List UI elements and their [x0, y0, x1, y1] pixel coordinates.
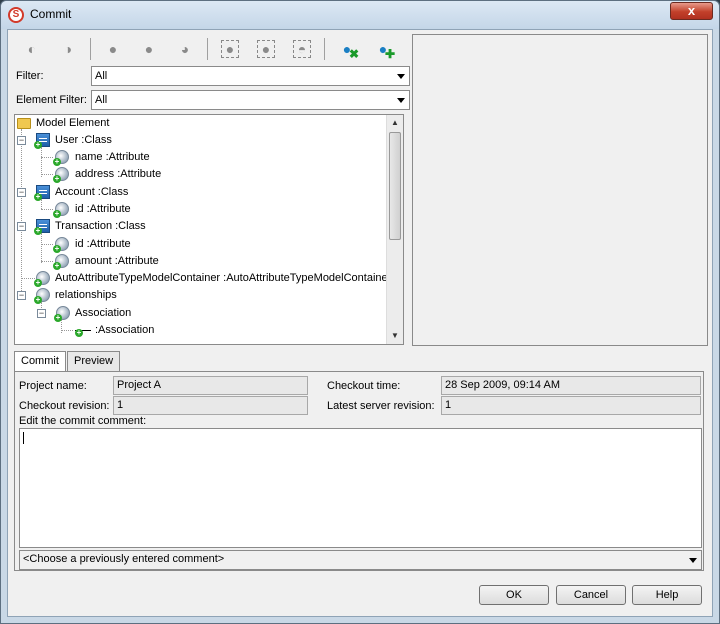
folder-icon — [17, 118, 31, 129]
attribute-icon: + — [53, 150, 69, 166]
attribute-icon: + — [53, 237, 69, 253]
filter-value: All — [95, 70, 108, 82]
filter-row: Filter: All — [14, 66, 410, 88]
tree-item-label: Association — [75, 307, 132, 319]
tree-item-label: Account :Class — [55, 186, 129, 198]
commit-window: S Commit x ◐ ◑ ● ● ◕ ● ● ◓ ● ✖ ● ✚ Filter: — [0, 0, 720, 624]
latest-revision-field: 1 — [441, 396, 701, 415]
model-element-tree[interactable]: Model Element − + User :Class + name :At… — [14, 114, 404, 345]
scroll-thumb[interactable] — [389, 132, 401, 240]
tree-item-label: id :Attribute — [75, 203, 131, 215]
collapse-icon[interactable]: − — [17, 291, 26, 300]
attribute-icon: + — [53, 202, 69, 218]
tree-scrollbar[interactable]: ▲ ▼ — [386, 115, 403, 344]
attribute-icon: + — [53, 167, 69, 183]
scroll-down-icon[interactable]: ▼ — [387, 328, 403, 344]
commit-checked-icon[interactable]: ● ✖ — [335, 37, 359, 61]
tree-item-label: relationships — [55, 289, 117, 301]
class-icon: + — [34, 185, 50, 201]
deselect-icon[interactable]: ● — [137, 37, 161, 61]
latest-revision-label: Latest server revision: — [327, 400, 435, 412]
app-icon: S — [8, 7, 24, 23]
revert-checked-icon[interactable]: ● ✚ — [371, 37, 395, 61]
collapse-icon[interactable]: − — [17, 222, 26, 231]
refresh-icon[interactable]: ◕ — [173, 37, 197, 61]
element-filter-row: Element Filter: All — [14, 90, 410, 112]
detail-pane — [412, 34, 708, 346]
toolbar-separator — [207, 38, 208, 60]
tree-item-label: name :Attribute — [75, 151, 150, 163]
tab-preview[interactable]: Preview — [67, 351, 121, 371]
filter-dropdown[interactable]: All — [91, 66, 410, 86]
element-filter-dropdown[interactable]: All — [91, 90, 410, 110]
tree-item-label: User :Class — [55, 134, 112, 146]
chevron-down-icon — [397, 98, 405, 103]
checkout-revision-label: Checkout revision: — [19, 400, 110, 412]
checkout-time-field: 28 Sep 2009, 09:14 AM — [441, 376, 701, 395]
close-button[interactable]: x — [670, 2, 713, 20]
collapse-icon[interactable]: − — [37, 309, 46, 318]
tree-root-label: Model Element — [36, 117, 110, 129]
project-name-field: Project A — [113, 376, 308, 395]
attribute-icon: + — [53, 254, 69, 270]
dialog-body: ◐ ◑ ● ● ◕ ● ● ◓ ● ✖ ● ✚ Filter: All Elem… — [7, 29, 713, 617]
tree-item-label: AutoAttributeTypeModelContainer :AutoAtt… — [55, 272, 392, 284]
text-caret — [23, 432, 24, 444]
select-icon[interactable]: ● — [101, 37, 125, 61]
commit-tab-panel: Project name: Project A Checkout time: 2… — [14, 371, 704, 571]
class-icon: + — [34, 133, 50, 149]
comment-history-value: <Choose a previously entered comment> — [23, 553, 225, 565]
container-icon: + — [34, 271, 50, 287]
comment-history-dropdown[interactable]: <Choose a previously entered comment> — [19, 550, 702, 570]
chevron-down-icon — [397, 74, 405, 79]
checkout-time-label: Checkout time: — [327, 380, 401, 392]
revert-all-icon[interactable]: ◑ — [56, 37, 80, 61]
tree-item-label: Transaction :Class — [55, 220, 146, 232]
toolbar-separator — [90, 38, 91, 60]
toolbar: ◐ ◑ ● ● ◕ ● ● ◓ ● ✖ ● ✚ — [14, 34, 410, 64]
collapse-selected-icon[interactable]: ● — [254, 37, 278, 61]
window-title: Commit — [30, 7, 72, 21]
collapse-icon[interactable]: − — [17, 136, 26, 145]
tree-item-label: id :Attribute — [75, 238, 131, 250]
chevron-down-icon — [689, 558, 697, 563]
project-name-label: Project name: — [19, 380, 87, 392]
association-end-icon: + — [75, 329, 91, 337]
expand-selected-icon[interactable]: ● — [218, 37, 242, 61]
tab-commit[interactable]: Commit — [14, 351, 66, 372]
help-button[interactable]: Help — [632, 585, 702, 605]
association-icon: + — [54, 306, 70, 322]
checkout-revision-field: 1 — [113, 396, 308, 415]
filter-label: Filter: — [16, 70, 44, 82]
cancel-button[interactable]: Cancel — [556, 585, 626, 605]
comment-label: Edit the commit comment: — [19, 415, 147, 427]
element-filter-value: All — [95, 94, 108, 106]
tree-item-label: address :Attribute — [75, 168, 162, 180]
commit-comment-input[interactable] — [19, 428, 702, 548]
collapse-icon[interactable]: − — [17, 188, 26, 197]
left-pane: ◐ ◑ ● ● ◕ ● ● ◓ ● ✖ ● ✚ Filter: All Elem… — [14, 34, 410, 346]
tree-item-label: :Association — [95, 324, 155, 336]
title-bar: S Commit x — [1, 1, 719, 29]
package-icon: + — [34, 288, 50, 304]
filter-selected-icon[interactable]: ◓ — [290, 37, 314, 61]
scroll-up-icon[interactable]: ▲ — [387, 115, 403, 131]
toolbar-separator — [324, 38, 325, 60]
element-filter-label: Element Filter: — [16, 94, 87, 106]
class-icon: + — [34, 219, 50, 235]
tree-item-label: amount :Attribute — [75, 255, 159, 267]
ok-button[interactable]: OK — [479, 585, 549, 605]
commit-all-icon[interactable]: ◐ — [20, 37, 44, 61]
